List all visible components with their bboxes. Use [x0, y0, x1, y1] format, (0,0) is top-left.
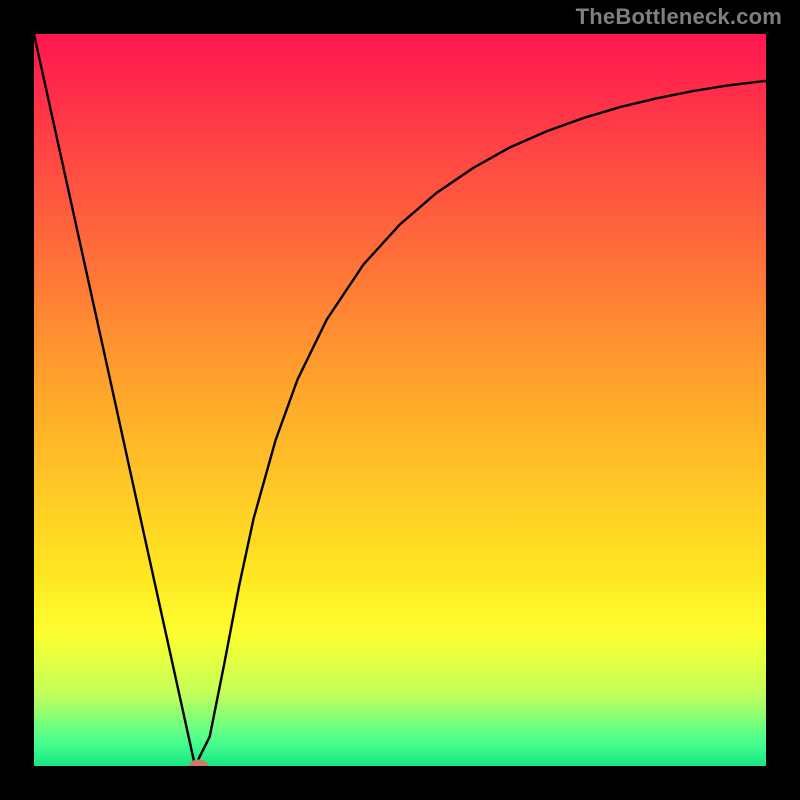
gradient-background — [34, 34, 766, 766]
plot-area — [34, 34, 766, 766]
attribution-link[interactable]: TheBottleneck.com — [576, 4, 782, 30]
chart-frame: TheBottleneck.com — [0, 0, 800, 800]
